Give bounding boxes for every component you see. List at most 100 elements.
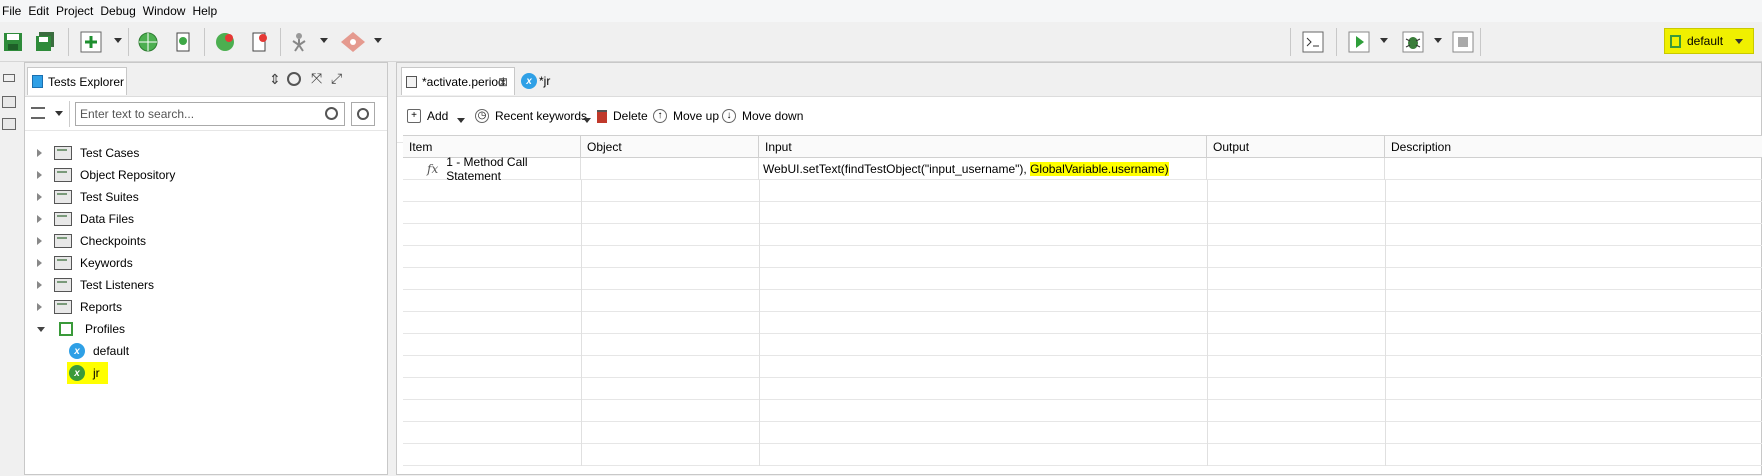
table-row[interactable] <box>403 312 1762 334</box>
profile-selector[interactable]: default <box>1664 28 1754 54</box>
move-up-button[interactable]: ↑ Move up <box>653 109 719 123</box>
menu-window[interactable]: Window <box>143 4 193 18</box>
search-input[interactable]: Enter text to search... <box>75 102 345 126</box>
recent-dropdown-arrow[interactable] <box>583 118 591 123</box>
cell-output[interactable] <box>1207 158 1385 180</box>
tree-item-profile-jr[interactable]: x jr <box>67 362 108 384</box>
menu-debug[interactable]: Debug <box>100 4 142 18</box>
save-all-icon[interactable] <box>32 29 58 55</box>
git-icon[interactable] <box>338 29 368 55</box>
view-icon[interactable] <box>2 96 16 108</box>
close-icon[interactable]: ⊠ <box>498 75 508 89</box>
tree-item-test-listeners[interactable]: Test Listeners <box>37 274 154 296</box>
explorer-search-bar: Enter text to search... <box>25 97 387 131</box>
record-mobile-icon[interactable] <box>247 29 273 55</box>
advanced-search-icon[interactable] <box>351 102 375 126</box>
column-header-object[interactable]: Object <box>581 136 759 158</box>
table-row[interactable] <box>403 246 1762 268</box>
toolbar-separator <box>204 28 205 56</box>
menu-help[interactable]: Help <box>192 4 224 18</box>
debug-icon[interactable] <box>1400 29 1426 55</box>
table-row[interactable] <box>403 400 1762 422</box>
table-row[interactable] <box>403 224 1762 246</box>
add-dropdown-arrow[interactable] <box>457 118 465 123</box>
column-header-output[interactable]: Output <box>1207 136 1385 158</box>
cell-description[interactable] <box>1385 158 1762 180</box>
column-header-description[interactable]: Description <box>1385 136 1762 158</box>
table-row[interactable]: fx 1 - Method Call Statement WebUI.setTe… <box>403 155 1762 183</box>
add-icon[interactable] <box>78 29 104 55</box>
table-row[interactable] <box>403 180 1762 202</box>
cell-item[interactable]: fx 1 - Method Call Statement <box>403 155 581 183</box>
table-row[interactable] <box>403 356 1762 378</box>
expand-arrow-icon[interactable] <box>37 215 42 223</box>
refresh-icon[interactable] <box>287 72 301 86</box>
run-dropdown-arrow[interactable] <box>1380 38 1388 43</box>
table-row[interactable] <box>403 422 1762 444</box>
tree-item-test-suites[interactable]: Test Suites <box>37 186 139 208</box>
tree-item-data-files[interactable]: Data Files <box>37 208 134 230</box>
menu-file[interactable]: File <box>2 4 28 18</box>
delete-button[interactable]: Delete <box>597 109 648 123</box>
expand-arrow-icon[interactable] <box>37 237 42 245</box>
move-down-button[interactable]: ↓ Move down <box>722 109 803 123</box>
expand-all-icon[interactable]: ⤢ <box>331 70 342 87</box>
run-icon[interactable] <box>1346 29 1372 55</box>
recent-keywords-button[interactable]: ◷ Recent keywords <box>475 109 587 123</box>
git-dropdown-arrow[interactable] <box>374 38 382 43</box>
spy-web-icon[interactable] <box>135 29 161 55</box>
table-row[interactable] <box>403 334 1762 356</box>
tree-item-keywords[interactable]: Keywords <box>37 252 133 274</box>
search-icon[interactable] <box>325 107 338 120</box>
view-icon[interactable] <box>2 118 16 130</box>
keyword-icon[interactable] <box>286 29 312 55</box>
tree-item-label: default <box>93 344 130 358</box>
cell-object[interactable] <box>581 158 759 180</box>
record-web-icon[interactable] <box>212 29 238 55</box>
clock-icon: ◷ <box>475 109 489 123</box>
cell-input[interactable]: WebUI.setText(findTestObject("input_user… <box>759 158 1207 180</box>
tab-tests-explorer[interactable]: Tests Explorer <box>27 67 127 95</box>
table-row[interactable] <box>403 202 1762 224</box>
table-row[interactable] <box>403 444 1762 466</box>
expand-arrow-icon[interactable] <box>37 303 42 311</box>
spy-mobile-icon[interactable] <box>170 29 196 55</box>
filter-icon[interactable] <box>31 107 45 119</box>
add-button[interactable]: + Add <box>407 109 448 123</box>
tab-activate-period[interactable]: *activate.period ⊠ <box>401 67 515 95</box>
expand-arrow-icon[interactable] <box>37 259 42 267</box>
profile-selector-label: default <box>1687 34 1724 48</box>
filter-dropdown-arrow[interactable] <box>55 111 63 116</box>
save-icon[interactable] <box>0 29 26 55</box>
folder-icon <box>54 190 72 204</box>
tab-jr[interactable]: x *jr <box>519 67 550 95</box>
debug-dropdown-arrow[interactable] <box>1434 38 1442 43</box>
collapse-icon[interactable]: ⇕ <box>269 71 281 88</box>
menu-project[interactable]: Project <box>56 4 100 18</box>
collapse-arrow-icon[interactable] <box>37 326 45 332</box>
column-header-input[interactable]: Input <box>759 136 1207 158</box>
tree-item-reports[interactable]: Reports <box>37 296 122 318</box>
stop-icon[interactable] <box>1450 29 1476 55</box>
variable-icon: x <box>69 365 85 381</box>
collapse-all-icon[interactable]: ⤧ <box>311 70 322 87</box>
table-row[interactable] <box>403 290 1762 312</box>
expand-arrow-icon[interactable] <box>37 149 42 157</box>
keyword-dropdown-arrow[interactable] <box>320 38 328 43</box>
tree-item-test-cases[interactable]: Test Cases <box>37 142 139 164</box>
variable-icon: x <box>69 343 85 359</box>
table-row[interactable] <box>403 378 1762 400</box>
terminal-icon[interactable] <box>1300 29 1326 55</box>
expand-arrow-icon[interactable] <box>37 171 42 179</box>
tree-item-profile-default[interactable]: x default <box>69 340 129 362</box>
add-dropdown-arrow[interactable] <box>114 38 122 43</box>
restore-icon[interactable] <box>3 74 15 82</box>
toolbar-separator <box>280 28 281 56</box>
tree-item-checkpoints[interactable]: Checkpoints <box>37 230 146 252</box>
table-row[interactable] <box>403 268 1762 290</box>
menu-edit[interactable]: Edit <box>28 4 56 18</box>
expand-arrow-icon[interactable] <box>37 281 42 289</box>
expand-arrow-icon[interactable] <box>37 193 42 201</box>
tree-item-profiles[interactable]: Profiles <box>37 318 125 340</box>
tree-item-object-repository[interactable]: Object Repository <box>37 164 175 186</box>
